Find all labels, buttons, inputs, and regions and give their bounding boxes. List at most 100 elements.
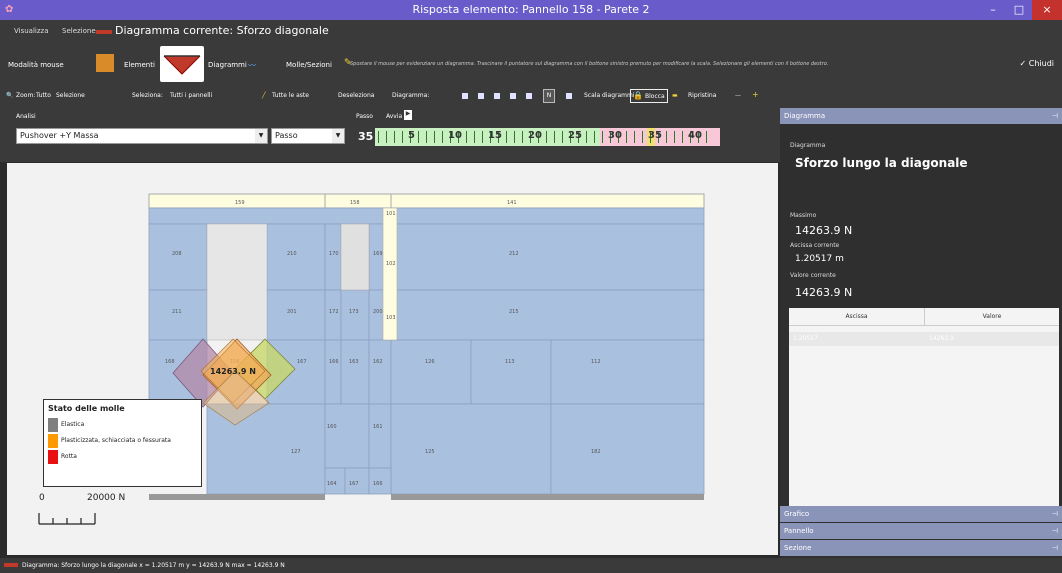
diagrammi-icon[interactable] <box>160 46 204 82</box>
pin-icon: ⊣ <box>1051 544 1058 552</box>
zoom-label: Zoom: <box>16 92 36 99</box>
timeline-tick <box>402 131 403 143</box>
section-grafico[interactable]: Grafico ⊣ <box>780 506 1062 522</box>
close-button[interactable]: × <box>1032 0 1062 20</box>
timeline-tick <box>554 131 555 143</box>
passo-select[interactable]: Passo ▼ <box>271 128 345 144</box>
timeline-tick <box>514 131 515 143</box>
diagrammi-button[interactable]: Diagrammi <box>208 61 247 69</box>
spring-icon[interactable]: 〰 <box>248 60 256 71</box>
elementi-button[interactable]: Elementi <box>124 61 155 69</box>
svg-text:161: 161 <box>373 424 383 430</box>
legend-title: Stato delle molle <box>48 404 125 413</box>
avvia-label: Avvia <box>386 113 403 120</box>
top-label-3: 141 <box>507 200 517 206</box>
svg-text:182: 182 <box>591 449 601 455</box>
analisi-select[interactable]: Pushover +Y Massa ▼ <box>16 128 268 144</box>
step-timeline[interactable]: 5 10 15 20 25 30 35 40 <box>375 128 721 146</box>
diagram-square-5[interactable] <box>526 93 532 99</box>
timeline-tick <box>418 131 419 143</box>
panel-header[interactable]: Diagramma ⊣ <box>780 108 1062 124</box>
minus-icon[interactable]: — <box>735 92 741 99</box>
blocca-button[interactable]: 🔒 Blocca <box>630 89 668 103</box>
timeline-tick <box>666 131 667 143</box>
diagram-canvas[interactable]: 159 158 141 208 210 170 169 101 102 212 … <box>7 163 778 555</box>
status-bar: Diagramma: Sforzo lungo la diagonale x =… <box>0 558 1062 573</box>
svg-text:170: 170 <box>329 251 339 257</box>
diagram-square-1[interactable] <box>462 93 468 99</box>
timeline-tick <box>386 131 387 143</box>
diagram-n-button[interactable]: N <box>543 89 555 103</box>
diagram-square-6[interactable] <box>566 93 572 99</box>
ruler-icon: ▬ <box>672 92 678 99</box>
pin-icon: ⊣ <box>1051 527 1058 535</box>
scala-diagrammi-label: Scala diagrammi <box>584 92 635 99</box>
svg-text:103: 103 <box>386 315 396 321</box>
play-icon[interactable]: ▶ <box>404 110 412 120</box>
top-label-2: 158 <box>350 200 360 206</box>
timeline-tick <box>434 131 435 143</box>
svg-text:211: 211 <box>172 309 182 315</box>
diagramma-label: Diagramma: <box>392 92 430 99</box>
svg-text:102: 102 <box>386 261 396 267</box>
diagram-square-2[interactable] <box>478 93 484 99</box>
col-ascissa[interactable]: Ascissa <box>789 308 924 326</box>
deseleziona-button[interactable]: Deseleziona <box>338 92 374 99</box>
zoom-tutto-button[interactable]: Tutto <box>36 92 51 99</box>
tutte-aste-button[interactable]: Tutte le aste <box>272 92 309 99</box>
menu-selezione[interactable]: Selezione <box>62 27 96 35</box>
zoom-icon: 🔍 <box>6 92 14 99</box>
timeline-tick <box>394 131 395 143</box>
ripristina-button[interactable]: Ripristina <box>688 92 716 99</box>
timeline-tick <box>546 131 547 143</box>
section-sezione[interactable]: Sezione ⊣ <box>780 540 1062 556</box>
svg-text:172: 172 <box>329 309 339 315</box>
scale-bar: 0 20000 N <box>37 493 125 533</box>
chiudi-button[interactable]: ✓ Chiudi <box>1020 59 1055 68</box>
mode-row: Modalità mouse Elementi Diagrammi 〰 Moll… <box>0 44 1062 84</box>
diagram-square-3[interactable] <box>494 93 500 99</box>
pin-icon: ⊣ <box>1051 510 1058 518</box>
svg-text:163: 163 <box>349 359 359 365</box>
section-pannello[interactable]: Pannello ⊣ <box>780 523 1062 539</box>
diagram-icon <box>96 30 112 34</box>
menu-visualizza[interactable]: Visualizza <box>14 27 48 35</box>
values-table[interactable]: Ascissa Valore 1.20517 14263.9 <box>789 308 1059 518</box>
timeline-tick <box>442 131 443 143</box>
svg-text:167: 167 <box>297 359 307 365</box>
svg-text:215: 215 <box>509 309 519 315</box>
svg-text:200: 200 <box>373 309 383 315</box>
current-label: Valore corrente <box>790 272 836 279</box>
legend-item-plasticizzata: Plasticizzata, schiacciata o fessurata <box>48 434 198 448</box>
zoom-selezione-button[interactable]: Selezione <box>56 92 85 99</box>
step-value: 35 <box>358 130 374 143</box>
maximize-button[interactable]: □ <box>1006 0 1032 20</box>
minimize-button[interactable]: – <box>980 0 1006 20</box>
table-row[interactable]: 1.20517 14263.9 <box>789 332 1059 346</box>
col-valore[interactable]: Valore <box>924 308 1059 326</box>
svg-text:101: 101 <box>386 211 396 217</box>
diagram-value-label: 14263.9 N <box>210 367 256 376</box>
molle-button[interactable]: Molle/Sezioni <box>286 61 332 69</box>
window-title: Risposta elemento: Pannello 158 - Parete… <box>412 3 650 16</box>
analysis-row: Analisi Pushover +Y Massa ▼ Passo Avvia ▶… <box>0 108 780 148</box>
top-label-1: 159 <box>235 200 245 206</box>
diagramma-label: Diagramma <box>790 142 826 149</box>
legend-item-rotta: Rotta <box>48 450 198 464</box>
timeline-tick <box>506 131 507 143</box>
timeline-tick <box>586 131 587 143</box>
current-value: 14263.9 N <box>795 286 853 299</box>
timeline-tick <box>634 131 635 143</box>
passo-label: Passo <box>356 113 373 120</box>
tutti-pannelli-button[interactable]: Tutti i pannelli <box>170 92 212 99</box>
zoom-row: 🔍 Zoom: Tutto Selezione Seleziona: Tutti… <box>0 86 1062 106</box>
elementi-icon[interactable] <box>96 54 114 72</box>
legend-item-elastica: Elastica <box>48 418 198 432</box>
diagram-square-4[interactable] <box>510 93 516 99</box>
svg-text:167: 167 <box>349 481 359 487</box>
svg-text:173: 173 <box>349 309 359 315</box>
pin-icon: ⊣ <box>1051 112 1058 120</box>
timeline-tick-label: 40 <box>688 130 702 141</box>
timeline-tick-label: 30 <box>608 130 622 141</box>
plus-icon[interactable]: + <box>752 90 759 99</box>
